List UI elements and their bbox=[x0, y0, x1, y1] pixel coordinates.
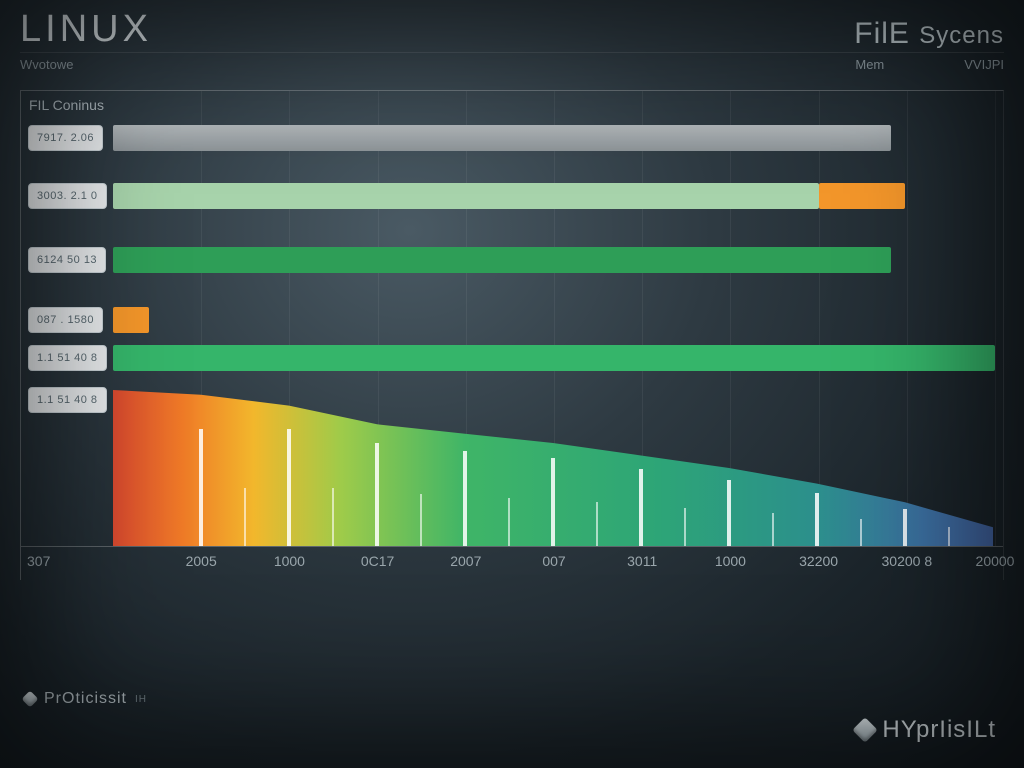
area-tick bbox=[199, 429, 203, 546]
row-label: 1.1 51 40 8 bbox=[28, 387, 107, 413]
page-title-left: LINUX bbox=[20, 8, 152, 51]
row-label: 1.1 51 40 8 bbox=[28, 345, 107, 371]
footer-right-text: HYprIisILt bbox=[882, 716, 996, 744]
bar-segment bbox=[113, 345, 995, 371]
area-tick bbox=[551, 458, 555, 546]
bar-segment bbox=[113, 125, 891, 151]
area-tick bbox=[727, 480, 731, 546]
bar-segment bbox=[113, 247, 891, 273]
row-label: 7917. 2.06 bbox=[28, 125, 103, 151]
x-tick: 0C17 bbox=[361, 553, 394, 569]
area-tick bbox=[639, 469, 643, 546]
row-label: 3003. 2.1 0 bbox=[28, 183, 107, 209]
bar-segment bbox=[113, 183, 819, 209]
sub-header-bar: Wvotowe Mem VVIJPI bbox=[20, 52, 1004, 72]
page-title-right: FilE Sycens bbox=[854, 17, 1004, 51]
x-tick: 2007 bbox=[450, 553, 481, 569]
title-right-a: FilE bbox=[854, 17, 910, 50]
footer-left-small: IH bbox=[135, 694, 147, 705]
area-chart bbox=[113, 390, 993, 546]
diamond-icon bbox=[22, 691, 39, 708]
bar-row: 7917. 2.06 bbox=[21, 125, 1003, 151]
subbar-mid: Mem bbox=[855, 57, 884, 72]
bar-row: 6124 50 13 bbox=[21, 247, 1003, 273]
area-tick bbox=[903, 509, 907, 546]
footer-right: HYprIisILt bbox=[856, 716, 996, 744]
bar-row: 3003. 2.1 0 bbox=[21, 183, 1003, 209]
x-tick: 1000 bbox=[715, 553, 746, 569]
bar-row: 1.1 51 40 8 bbox=[21, 345, 1003, 371]
x-tick: 32200 bbox=[799, 553, 838, 569]
title-right-b: Sycens bbox=[919, 22, 1004, 49]
x-tick: 2005 bbox=[186, 553, 217, 569]
section-label: FIL Coninus bbox=[29, 97, 104, 113]
chart-area: FIL Coninus 7917. 2.06 3003. 2.1 0 6124 50… bbox=[20, 90, 1004, 580]
x-tick: 20000 bbox=[976, 553, 1015, 569]
bar-row: 087 . 1580 bbox=[21, 307, 1003, 333]
footer-left-text: PrOticissit bbox=[44, 690, 127, 708]
x-tick: 3011 bbox=[627, 553, 657, 569]
area-tick bbox=[287, 429, 291, 546]
diamond-icon bbox=[853, 717, 878, 742]
row-label: 087 . 1580 bbox=[28, 307, 103, 333]
x-tick: 007 bbox=[542, 553, 565, 569]
bar-segment bbox=[113, 307, 149, 333]
x-axis: 307 2005 1000 0C17 2007 007 3011 1000 32200 30200… bbox=[21, 546, 1003, 580]
subbar-left: Wvotowe bbox=[20, 57, 73, 72]
area-tick bbox=[815, 493, 819, 546]
area-tick bbox=[375, 443, 379, 546]
area-tick bbox=[463, 451, 467, 546]
x-tick: 30200 8 bbox=[881, 553, 932, 569]
row-label: 6124 50 13 bbox=[28, 247, 106, 273]
x-tick: 1000 bbox=[274, 553, 305, 569]
x-tick: 307 bbox=[27, 553, 50, 569]
subbar-right: VVIJPI bbox=[964, 57, 1004, 72]
bar-segment bbox=[819, 183, 905, 209]
footer-left: PrOticissit IH bbox=[24, 690, 147, 708]
